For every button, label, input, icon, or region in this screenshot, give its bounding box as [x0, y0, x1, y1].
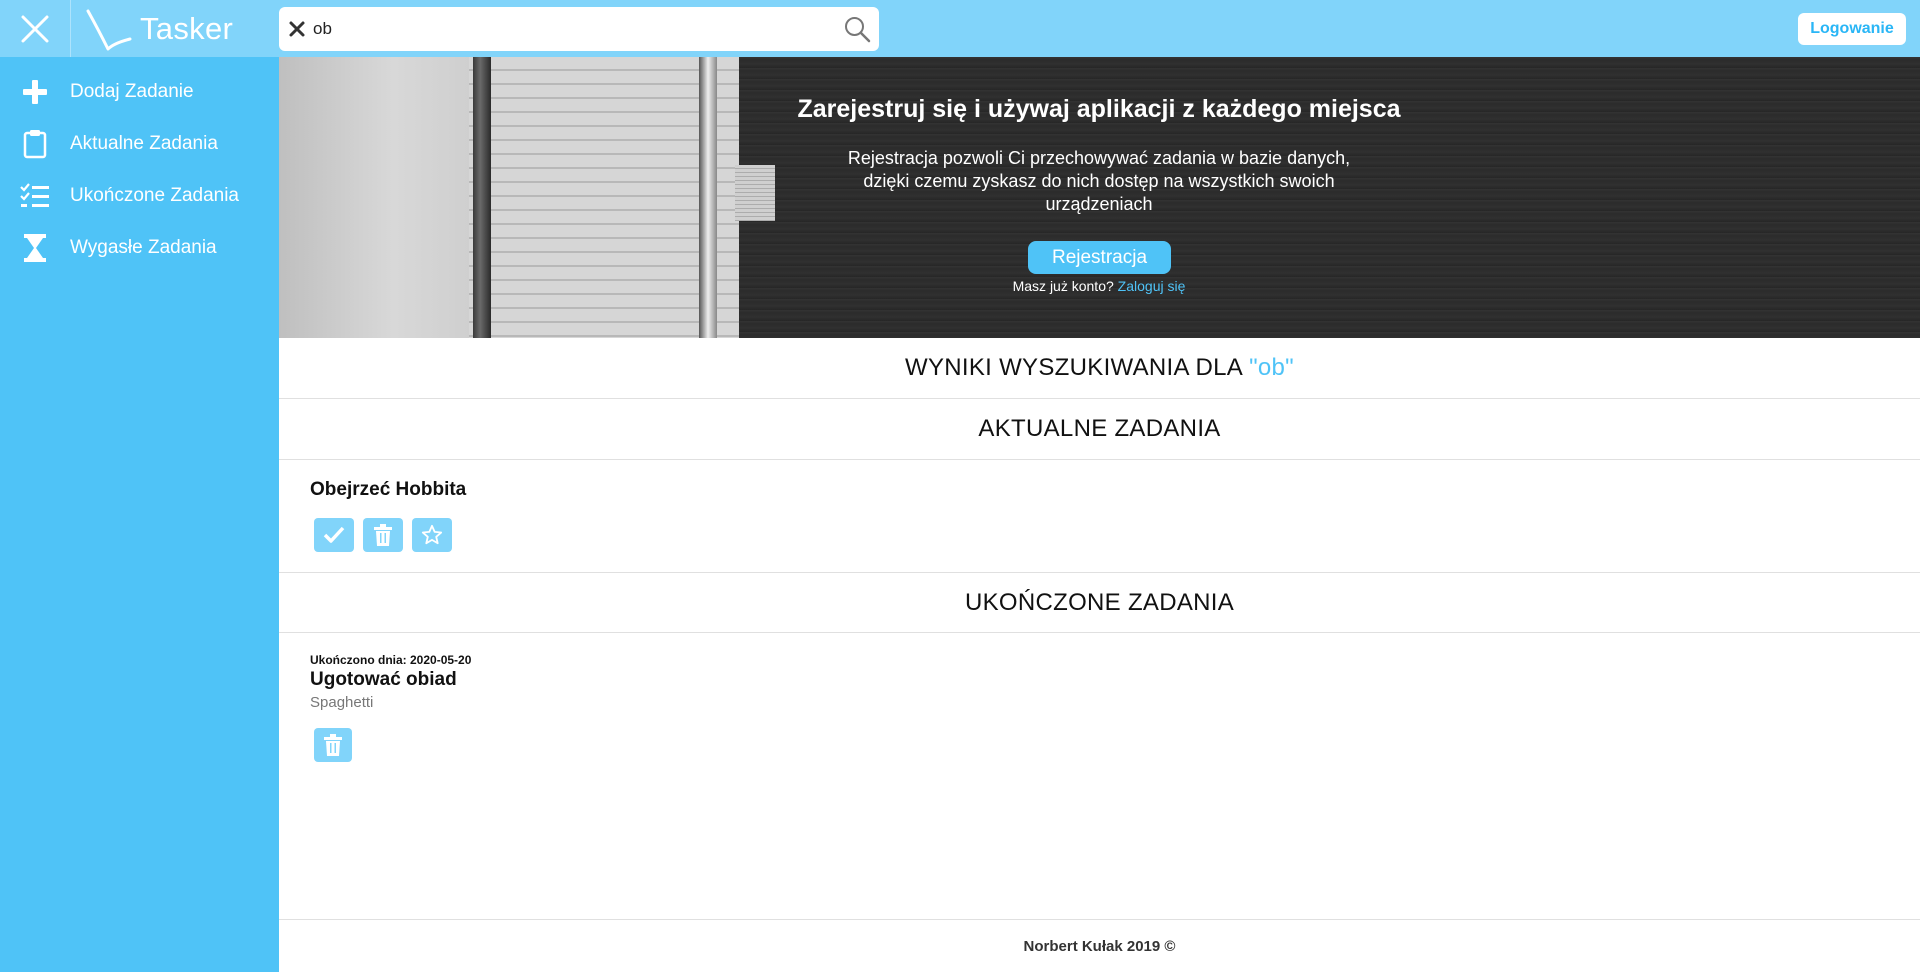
app-name: Tasker — [140, 11, 234, 46]
main-content: Zarejestruj się i używaj aplikacji z każ… — [279, 57, 1920, 972]
sidebar-item-label: Dodaj Zadanie — [70, 81, 194, 102]
current-tasks-title: AKTUALNE ZADANIA — [978, 415, 1221, 442]
search-results-heading: WYNIKI WYSZUKIWANIA DLA "ob" — [279, 338, 1920, 399]
delete-completed-task-button[interactable] — [314, 728, 352, 762]
bookmark-image — [735, 165, 775, 221]
search-results-label: WYNIKI WYSZUKIWANIA DLA — [905, 354, 1244, 381]
checklist-icon — [20, 181, 50, 211]
login-button[interactable]: Logowanie — [1798, 13, 1906, 45]
brand-logo[interactable]: Tasker — [84, 4, 233, 54]
completed-date: Ukończono dnia: 2020-05-20 — [310, 653, 472, 667]
plus-icon — [20, 77, 50, 107]
task-title: Obejrzeć Hobbita — [310, 479, 467, 500]
complete-task-button[interactable] — [314, 518, 354, 552]
clear-search-icon[interactable] — [287, 19, 307, 39]
trash-icon — [324, 734, 342, 756]
sidebar-item-current-tasks[interactable]: Aktualne Zadania — [0, 120, 279, 168]
star-icon — [421, 524, 443, 545]
hourglass-icon — [20, 233, 50, 263]
sidebar-item-label: Ukończone Zadania — [70, 185, 239, 206]
check-logo-icon — [86, 9, 132, 51]
current-tasks-heading: AKTUALNE ZADANIA — [279, 399, 1920, 460]
notebook-cover-image — [279, 57, 469, 338]
banner-text: Rejestracja pozwoli Ci przechowywać zada… — [847, 148, 1351, 214]
delete-task-button[interactable] — [363, 518, 403, 552]
brand-divider — [70, 0, 71, 57]
favorite-task-button[interactable] — [412, 518, 452, 552]
completed-task-item: Ukończono dnia: 2020-05-20 Ugotować obia… — [310, 653, 471, 711]
task-title: Ugotować obiad — [310, 669, 457, 690]
top-bar: Tasker Logowanie — [0, 0, 1920, 57]
search-icon[interactable] — [843, 15, 871, 43]
check-icon — [323, 526, 345, 543]
footer-text: Norbert Kułak 2019 © — [1023, 937, 1176, 955]
completed-tasks-title: UKOŃCZONE ZADANIA — [964, 588, 1235, 616]
register-button[interactable]: Rejestracja — [1028, 241, 1171, 274]
task-description: Spaghetti — [310, 694, 374, 711]
sidebar-item-label: Wygasłe Zadania — [70, 237, 217, 258]
register-banner: Zarejestruj się i używaj aplikacji z każ… — [279, 57, 1920, 338]
sidebar-item-add-task[interactable]: Dodaj Zadanie — [0, 68, 279, 116]
completed-tasks-heading: UKOŃCZONE ZADANIA — [279, 572, 1920, 633]
banner-title: Zarejestruj się i używaj aplikacji z każ… — [797, 95, 1401, 123]
footer: Norbert Kułak 2019 © — [279, 919, 1920, 972]
pen-image — [473, 57, 491, 338]
sidebar: Dodaj Zadanie Aktualne Zadania Ukończone… — [0, 57, 279, 972]
close-icon — [21, 15, 49, 42]
sidebar-item-completed-tasks[interactable]: Ukończone Zadania — [0, 172, 279, 220]
close-menu-button[interactable] — [0, 0, 70, 57]
search-query: "ob" — [1249, 354, 1294, 381]
notebook-edge-image — [699, 57, 717, 338]
have-account-line: Masz już konto? Zaloguj się — [824, 278, 1374, 294]
trash-icon — [374, 524, 392, 546]
sidebar-item-expired-tasks[interactable]: Wygasłe Zadania — [0, 224, 279, 272]
have-account-text: Masz już konto? — [1012, 278, 1114, 294]
clipboard-icon — [20, 129, 50, 159]
search-bar — [279, 7, 879, 51]
task-item: Obejrzeć Hobbita — [310, 479, 466, 501]
search-input[interactable] — [313, 14, 813, 44]
login-link[interactable]: Zaloguj się — [1118, 278, 1186, 294]
sidebar-item-label: Aktualne Zadania — [70, 133, 218, 154]
